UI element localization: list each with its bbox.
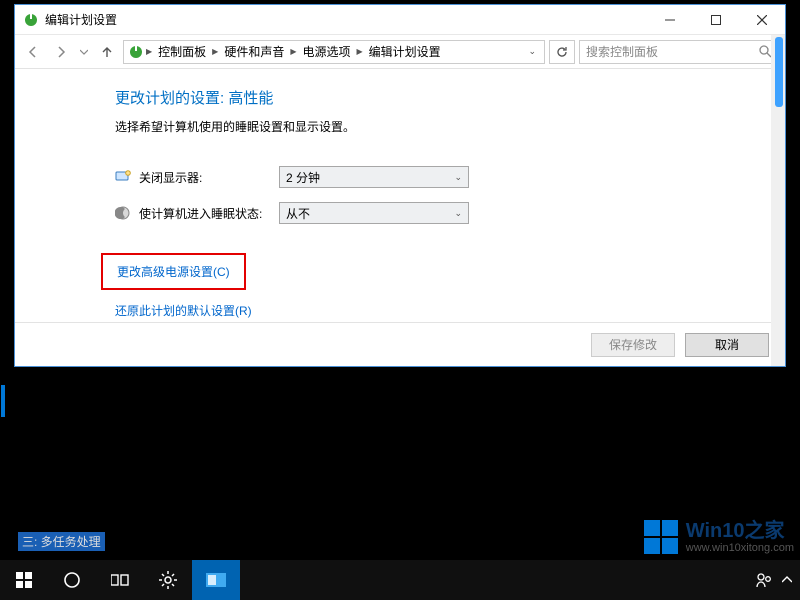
sleep-value: 从不 — [286, 205, 310, 222]
chevron-right-icon: ▶ — [146, 47, 152, 56]
setting-row-display: 关闭显示器: 2 分钟 ⌄ — [115, 159, 785, 195]
forward-button[interactable] — [49, 40, 73, 64]
recent-dropdown-icon[interactable] — [77, 40, 91, 64]
control-panel-taskbar-icon[interactable] — [192, 560, 240, 600]
breadcrumb-item[interactable]: 控制面板 — [154, 43, 210, 60]
up-button[interactable] — [95, 40, 119, 64]
cancel-button[interactable]: 取消 — [685, 333, 769, 357]
navbar: ▶ 控制面板 ▶ 硬件和声音 ▶ 电源选项 ▶ 编辑计划设置 ⌄ 搜索控制面板 — [15, 35, 785, 69]
window-title: 编辑计划设置 — [45, 11, 117, 28]
start-button[interactable] — [0, 560, 48, 600]
display-off-label: 关闭显示器: — [139, 169, 279, 186]
setting-row-sleep: 使计算机进入睡眠状态: 从不 ⌄ — [115, 195, 785, 231]
scrollbar-thumb[interactable] — [775, 37, 783, 107]
page-subtext: 选择希望计算机使用的睡眠设置和显示设置。 — [115, 118, 785, 135]
breadcrumb-item[interactable]: 硬件和声音 — [220, 43, 288, 60]
taskbar — [0, 560, 800, 600]
taskview-button[interactable] — [96, 560, 144, 600]
windows-logo-icon — [644, 520, 678, 554]
breadcrumb-dropdown-icon[interactable]: ⌄ — [524, 46, 540, 57]
links-section: 更改高级电源设置(C) 还原此计划的默认设置(R) — [115, 253, 785, 322]
footer: 保存修改 取消 — [15, 322, 785, 366]
chevron-right-icon: ▶ — [212, 47, 218, 56]
cortana-button[interactable] — [48, 560, 96, 600]
breadcrumb-icon — [128, 44, 144, 60]
advanced-power-link[interactable]: 更改高级电源设置(C) — [101, 253, 246, 290]
close-button[interactable] — [739, 5, 785, 35]
breadcrumb[interactable]: ▶ 控制面板 ▶ 硬件和声音 ▶ 电源选项 ▶ 编辑计划设置 ⌄ — [123, 40, 545, 64]
titlebar: 编辑计划设置 — [15, 5, 785, 35]
chevron-right-icon: ▶ — [290, 47, 296, 56]
refresh-button[interactable] — [549, 40, 575, 64]
selection-indicator — [1, 385, 5, 417]
chevron-right-icon: ▶ — [357, 47, 363, 56]
minimize-button[interactable] — [647, 5, 693, 35]
breadcrumb-item[interactable]: 电源选项 — [299, 43, 355, 60]
maximize-button[interactable] — [693, 5, 739, 35]
content-area: 更改计划的设置: 高性能 选择希望计算机使用的睡眠设置和显示设置。 关闭显示器:… — [15, 69, 785, 322]
desktop-label[interactable]: 三: 多任务处理 — [18, 532, 105, 551]
display-off-combo[interactable]: 2 分钟 ⌄ — [279, 166, 469, 188]
scrollbar[interactable] — [771, 35, 785, 366]
sleep-label: 使计算机进入睡眠状态: — [139, 205, 279, 222]
tray-chevron-up-icon[interactable] — [782, 575, 792, 585]
restore-defaults-link[interactable]: 还原此计划的默认设置(R) — [115, 296, 785, 322]
control-panel-window: 编辑计划设置 ▶ 控制面板 ▶ 硬 — [14, 4, 786, 367]
chevron-down-icon: ⌄ — [454, 172, 462, 183]
save-button[interactable]: 保存修改 — [591, 333, 675, 357]
app-icon — [23, 12, 39, 28]
chevron-down-icon: ⌄ — [454, 208, 462, 219]
page-heading: 更改计划的设置: 高性能 — [115, 87, 785, 108]
back-button[interactable] — [21, 40, 45, 64]
tray-people-icon[interactable] — [756, 572, 772, 588]
watermark: Win10之家 www.win10xitong.com — [644, 520, 794, 554]
monitor-icon — [115, 169, 131, 185]
system-tray[interactable] — [756, 572, 792, 588]
search-placeholder: 搜索控制面板 — [586, 43, 753, 60]
sleep-combo[interactable]: 从不 ⌄ — [279, 202, 469, 224]
search-input[interactable]: 搜索控制面板 — [579, 40, 779, 64]
breadcrumb-item[interactable]: 编辑计划设置 — [365, 43, 445, 60]
watermark-text: Win10之家 www.win10xitong.com — [686, 520, 794, 554]
settings-taskbar-icon[interactable] — [144, 560, 192, 600]
display-off-value: 2 分钟 — [286, 169, 320, 186]
moon-icon — [115, 205, 131, 221]
